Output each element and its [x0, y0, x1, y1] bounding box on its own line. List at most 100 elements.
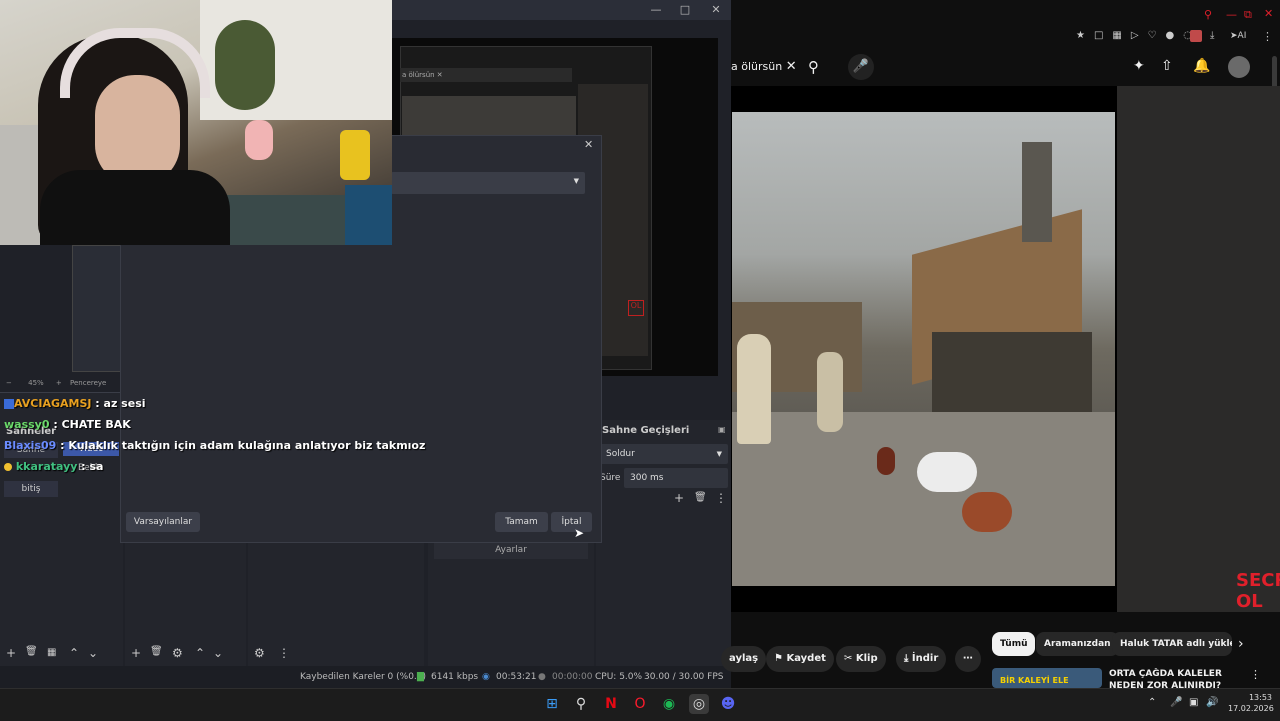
more-icon[interactable]: ⋮ [278, 646, 290, 660]
stream-time: 00:53:21 [496, 672, 537, 682]
chicken [917, 452, 977, 492]
scissors-icon: ✂ [844, 653, 853, 664]
clear-search-icon[interactable]: ✕ [786, 59, 797, 74]
create-icon[interactable]: ✦ [1133, 58, 1145, 74]
badge-icon [4, 463, 12, 471]
download-button[interactable]: ⤓ İndir [896, 646, 947, 672]
volume-icon[interactable]: 🔊 [1206, 697, 1218, 708]
clip-button[interactable]: ✂ Klip [836, 646, 886, 672]
chevron-down-icon: ▼ [716, 450, 722, 458]
video-side-panel [1117, 86, 1280, 612]
more-icon[interactable]: ⋮ [1250, 668, 1261, 681]
chevron-down-icon: ▼ [573, 177, 579, 185]
ai-button[interactable]: ➤AI [1230, 31, 1246, 41]
opera-icon[interactable]: O [630, 694, 650, 714]
upload-icon[interactable]: ⇧ [1161, 58, 1173, 74]
chat-message: wassy0 : CHATE BAK [4, 418, 131, 431]
chicken [877, 447, 895, 475]
close-icon[interactable]: ✕ [584, 138, 593, 151]
status-bar: Kaybedilen Kareler 0 (%0.0) ▇ 6141 kbps … [0, 666, 731, 688]
mixer-settings-icon[interactable]: ⚙ [254, 646, 265, 660]
scene-item[interactable]: bitiş [4, 481, 58, 497]
netflix-icon[interactable]: N [601, 694, 621, 714]
dropped-frames: Kaybedilen Kareler 0 (%0.0) [300, 672, 427, 682]
add-icon[interactable]: + [6, 646, 16, 660]
transition-select[interactable]: Soldur ▼ [600, 444, 728, 464]
windows-start-icon[interactable]: ⊞ [542, 694, 562, 714]
up-arrow-icon[interactable]: ⌃ [195, 646, 205, 660]
duration-input[interactable]: 300 ms [624, 468, 728, 488]
person-shirt [40, 170, 230, 245]
chimney [1022, 142, 1052, 242]
more-actions-button[interactable]: ⋯ [955, 646, 981, 672]
close-icon[interactable]: ✕ [1264, 7, 1273, 20]
tray-chevron-icon[interactable]: ⌃ [1148, 697, 1156, 708]
obs-icon[interactable]: ◎ [689, 694, 709, 714]
share-button[interactable]: aylaş [721, 646, 767, 672]
mouse-cursor-icon: ➤ [574, 526, 585, 540]
trash-icon[interactable]: 🗑 [150, 646, 163, 657]
chip-all[interactable]: Tümü [992, 632, 1036, 656]
microphone-icon[interactable]: 🎤 [848, 54, 874, 80]
clock[interactable]: 13:53 17.02.2026 [1228, 692, 1274, 714]
zoom-label: 45% [28, 379, 44, 387]
minimize-icon[interactable]: — [646, 2, 666, 18]
video-frame [732, 112, 1115, 586]
fps: 30.00 / 30.00 FPS [644, 672, 724, 682]
figurine [245, 120, 273, 160]
filter-icon[interactable]: ▦ [47, 647, 56, 658]
channel-watermark: SECRET OL [1236, 570, 1280, 612]
ok-button[interactable]: Tamam [495, 512, 548, 532]
down-arrow-icon[interactable]: ⌄ [88, 646, 98, 660]
up-arrow-icon[interactable]: ⌃ [69, 646, 79, 660]
gear-icon[interactable]: ⚙ [172, 646, 183, 660]
zoom-minus-icon[interactable]: − [6, 379, 12, 387]
restore-icon[interactable]: ⧉ [1244, 8, 1252, 22]
network-icon[interactable]: ▣ [1189, 697, 1198, 708]
close-icon[interactable]: ✕ [706, 2, 726, 18]
menu-icon[interactable]: ⋮ [1262, 30, 1273, 43]
save-button[interactable]: ⚑ Kaydet [766, 646, 834, 672]
figurine [340, 130, 370, 180]
audio-mixer-dock [248, 541, 424, 667]
notifications-icon[interactable]: 🔔 [1193, 58, 1210, 74]
maximize-icon[interactable]: □ [675, 2, 695, 18]
trash-icon[interactable]: 🗑 [25, 646, 38, 657]
defaults-button[interactable]: Varsayılanlar [126, 512, 200, 532]
search-icon[interactable]: ⚲ [808, 58, 819, 76]
undock-icon[interactable]: ▣ [718, 425, 726, 434]
trash-icon[interactable]: 🗑 [694, 492, 707, 503]
down-arrow-icon[interactable]: ⌄ [213, 646, 223, 660]
search-icon[interactable]: ⚲ [571, 694, 591, 714]
related-title[interactable]: ORTA ÇAĞDA KALELER NEDEN ZOR ALINIRDI? [1109, 668, 1245, 688]
cancel-button[interactable]: İptal [551, 512, 592, 532]
download-icon[interactable]: ⤓ [1210, 30, 1214, 41]
cpu-usage: CPU: 5.0% [595, 672, 643, 682]
plant [215, 20, 275, 110]
add-icon[interactable]: + [131, 646, 141, 660]
microphone-icon[interactable]: 🎤 [1170, 697, 1182, 708]
chicken [962, 492, 1012, 532]
extension-icon[interactable] [1190, 30, 1202, 42]
extension-icons[interactable]: ★□▦▷♡●◌ [1076, 30, 1201, 41]
minimize-icon[interactable]: — [1226, 8, 1237, 21]
transitions-title: Sahne Geçişleri [602, 425, 690, 436]
avatar[interactable] [1228, 56, 1250, 78]
search-icon[interactable]: ⚲ [1204, 8, 1212, 21]
webcam-feed [0, 0, 392, 245]
dialog-select[interactable]: ▼ [391, 172, 585, 194]
chevron-right-icon[interactable]: › [1238, 636, 1244, 652]
spotify-icon[interactable]: ◉ [659, 694, 679, 714]
chip-from-search[interactable]: Aramanızdan [1036, 632, 1119, 656]
discord-icon[interactable]: ☻ [718, 694, 738, 714]
search-input[interactable]: a ölürsün ✕ [731, 54, 803, 80]
stream-icon: ◉ [482, 672, 490, 682]
related-thumbnail[interactable]: BİR KALEYİ ELE GEÇİRMEK [992, 668, 1102, 688]
chip-uploader[interactable]: Haluk TATAR adlı yükley [1112, 632, 1232, 656]
nested-search-text: a ölürsün ✕ [400, 68, 572, 82]
zoom-bar: − 45% + Pencereye Boyu [0, 376, 120, 401]
add-icon[interactable]: + [674, 491, 684, 505]
transition-settings-button[interactable]: Ayarlar [434, 541, 588, 559]
more-icon[interactable]: ⋮ [715, 491, 727, 505]
zoom-plus-icon[interactable]: + [56, 379, 62, 387]
